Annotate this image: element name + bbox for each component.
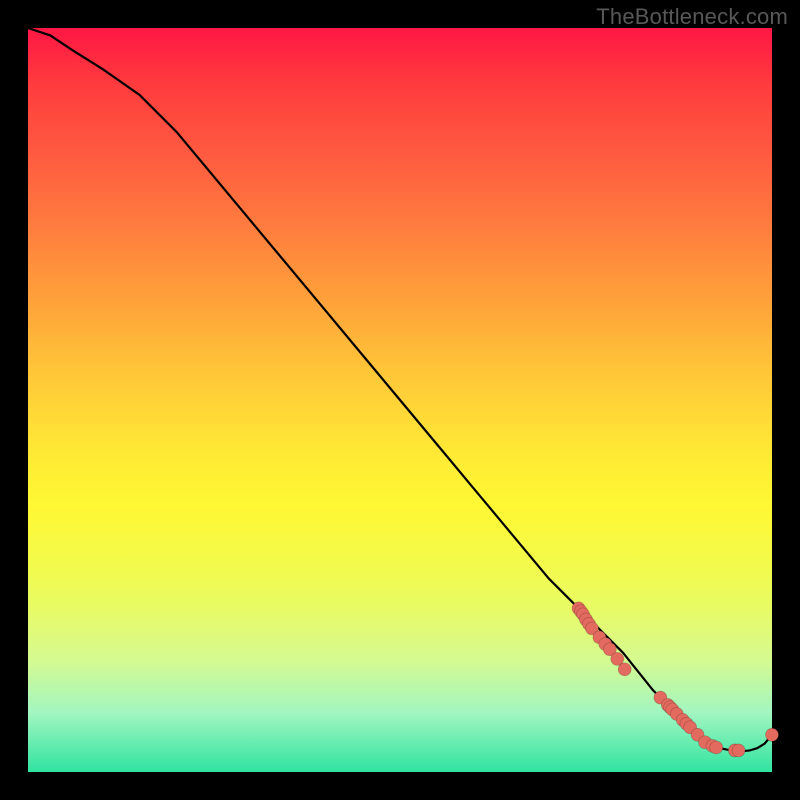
- data-markers: [572, 602, 778, 757]
- data-marker: [766, 728, 779, 741]
- data-marker: [710, 741, 723, 754]
- chart-svg: [28, 28, 772, 772]
- bottleneck-curve: [28, 28, 772, 751]
- chart-stage: TheBottleneck.com: [0, 0, 800, 800]
- data-marker: [618, 663, 631, 676]
- data-marker: [732, 744, 745, 757]
- watermark-text: TheBottleneck.com: [596, 4, 788, 30]
- plot-area: [28, 28, 772, 772]
